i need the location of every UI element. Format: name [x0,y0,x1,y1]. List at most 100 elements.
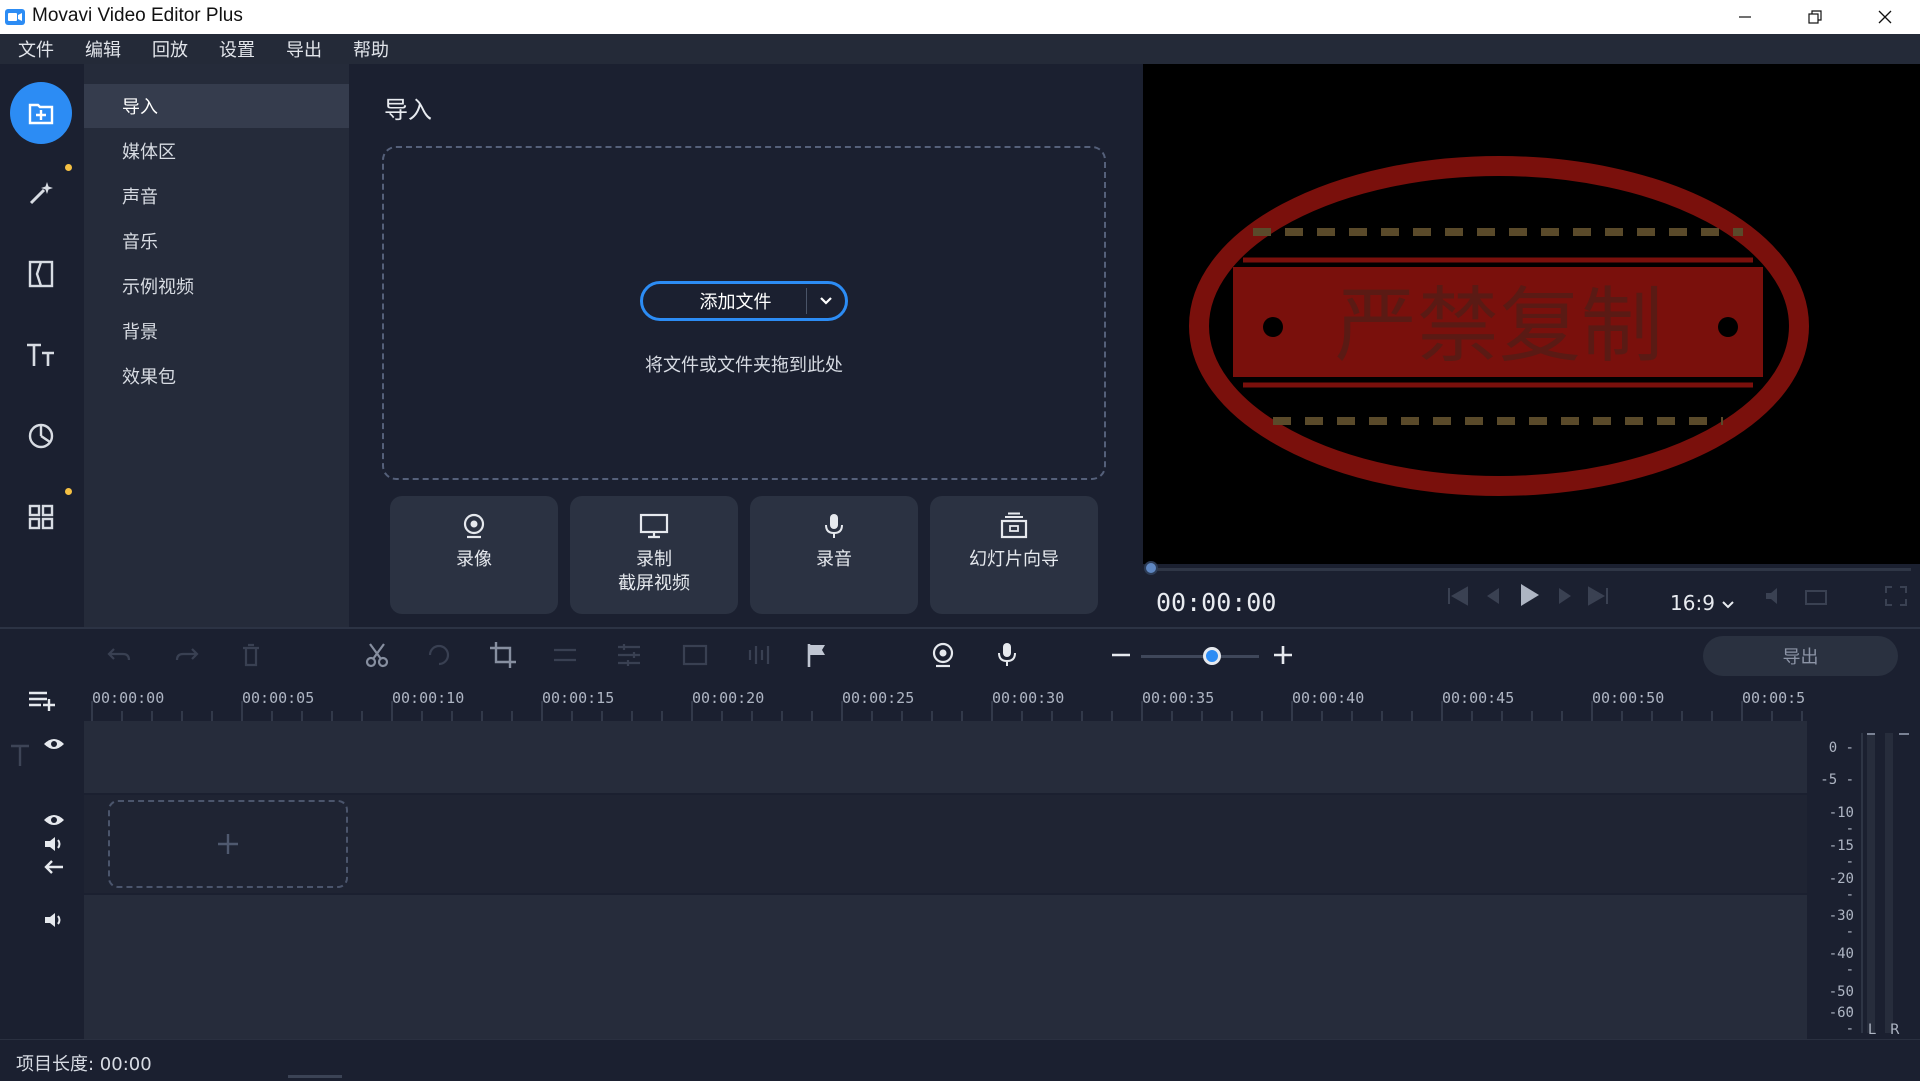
add-media-placeholder[interactable] [108,800,348,888]
close-icon [1878,10,1892,24]
minimize-button[interactable] [1710,0,1780,34]
new-badge-dot [65,164,72,171]
undo-icon[interactable] [104,640,134,670]
transition-wizard-icon[interactable] [680,640,710,670]
category-music[interactable]: 音乐 [84,219,349,263]
next-frame-icon[interactable] [1549,584,1579,608]
stickers-icon [28,423,54,449]
marker-flag-icon[interactable] [802,640,832,670]
chevron-down-icon [820,297,832,305]
restore-icon [1808,10,1822,24]
color-adjust-icon[interactable] [550,640,580,670]
meter-db-label: -5 - [1820,772,1854,788]
webcam-record-icon[interactable] [928,640,958,670]
aspect-ratio-select[interactable]: 16:9 [1670,591,1735,615]
tile-label: 幻灯片向导 [969,549,1059,570]
eye-icon[interactable] [42,812,66,828]
audio-properties-icon[interactable] [744,640,774,670]
record-audio-tile[interactable]: 录音 [750,496,918,614]
export-button[interactable]: 导出 [1703,636,1898,676]
meter-scale-line [1861,733,1863,1033]
watermark-stamp: 严禁复制 [1189,156,1809,496]
meter-peak-right [1899,733,1909,735]
skip-start-icon[interactable] [1443,584,1473,608]
menu-file[interactable]: 文件 [0,36,67,62]
rail-transitions-button[interactable] [10,243,72,305]
app-logo-icon [5,9,25,25]
ruler-tick-label: 00:00:15 [542,689,615,707]
category-sounds[interactable]: 声音 [84,174,349,218]
audio-track[interactable] [84,895,1807,1039]
menu-export[interactable]: 导出 [268,36,335,62]
category-sample-videos[interactable]: 示例视频 [84,264,349,308]
record-video-tile[interactable]: 录像 [390,496,558,614]
menu-playback[interactable]: 回放 [134,36,201,62]
meter-db-label: -60 - [1828,1005,1854,1037]
screen-record-icon [639,513,669,539]
meter-channel-left: L [1868,1022,1876,1038]
clip-properties-icon[interactable] [614,640,644,670]
tile-label: 录制 截屏视频 [618,549,690,594]
add-track-icon[interactable] [26,688,58,712]
titles-icon [27,343,54,366]
zoom-in-icon[interactable] [1268,640,1298,670]
zoom-slider-track[interactable] [1141,655,1259,658]
rail-stickers-button[interactable] [10,405,72,467]
zoom-slider-handle[interactable] [1202,647,1221,665]
playback-track [1151,568,1911,571]
voice-record-icon[interactable] [992,640,1022,670]
snapshot-icon[interactable] [1803,584,1829,608]
prev-frame-icon[interactable] [1479,584,1509,608]
restore-button[interactable] [1780,0,1850,34]
ruler-tick-label: 00:00:50 [1592,689,1665,707]
slideshow-wizard-tile[interactable]: 幻灯片向导 [930,496,1098,614]
skip-end-icon[interactable] [1583,584,1613,608]
menu-settings[interactable]: 设置 [201,36,268,62]
volume-icon[interactable] [1763,584,1789,608]
add-files-button[interactable]: 添加文件 [640,281,848,321]
ruler-tick-label: 00:00:05 [242,689,315,707]
delete-icon[interactable] [236,640,266,670]
zoom-out-icon[interactable] [1106,640,1136,670]
playhead-handle[interactable] [1144,561,1158,575]
rail-effects-button[interactable] [10,162,72,224]
ruler-tick-label: 00:00:35 [1142,689,1215,707]
track-headers [0,721,84,1039]
meter-db-label: -10 - [1828,805,1854,837]
meter-db-label: -20 - [1828,871,1854,903]
screen-capture-tile[interactable]: 录制 截屏视频 [570,496,738,614]
rail-import-button[interactable] [10,82,72,144]
crop-icon[interactable] [488,640,518,670]
chevron-down-icon [1722,601,1734,609]
ruler-tick-label: 00:00:45 [1442,689,1515,707]
category-backgrounds[interactable]: 背景 [84,309,349,353]
speaker-icon[interactable] [42,834,66,854]
category-effect-packs[interactable]: 效果包 [84,354,349,398]
slideshow-icon [1000,512,1028,539]
menu-help[interactable]: 帮助 [335,36,402,62]
fullscreen-icon[interactable] [1883,584,1909,608]
category-import[interactable]: 导入 [84,84,349,128]
close-button[interactable] [1850,0,1920,34]
timeline-scrollbar[interactable] [288,1075,342,1078]
rail-titles-button[interactable] [10,324,72,386]
rotate-icon[interactable] [424,640,454,670]
title-track[interactable] [84,721,1807,793]
redo-icon[interactable] [172,640,202,670]
rail-more-tools-button[interactable] [10,486,72,548]
arrow-left-icon[interactable] [42,858,66,876]
speaker-icon[interactable] [42,910,66,930]
play-icon[interactable] [1513,580,1545,610]
menu-edit[interactable]: 编辑 [67,36,134,62]
meter-db-label: 0 - [1828,740,1854,756]
scissors-icon[interactable] [362,640,392,670]
more-tools-icon [28,504,54,530]
meter-channel-right: R [1890,1022,1900,1038]
new-badge-dot [65,488,72,495]
category-media-bin[interactable]: 媒体区 [84,129,349,173]
title-bar: Movavi Video Editor Plus [0,0,1920,34]
add-files-dropdown[interactable] [807,296,845,306]
eye-icon[interactable] [42,736,66,752]
ruler-tick-label: 00:00:30 [992,689,1065,707]
meter-db-label: -30 - [1828,908,1854,940]
